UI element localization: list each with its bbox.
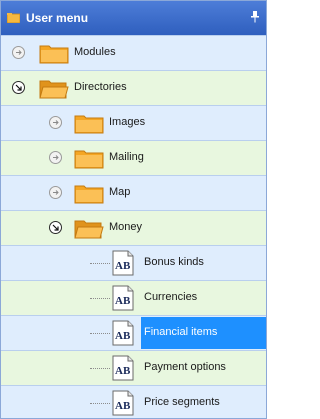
tree-item-currencies[interactable]: AB Currencies bbox=[1, 280, 266, 315]
tree-item-label: Images bbox=[109, 116, 146, 128]
table-ab-icon: AB bbox=[112, 390, 134, 416]
svg-text:AB: AB bbox=[115, 295, 131, 307]
tree-connector bbox=[90, 368, 110, 369]
collapsed-arrow-icon[interactable] bbox=[49, 116, 62, 129]
collapsed-arrow-icon[interactable] bbox=[49, 151, 62, 164]
tree-item-modules[interactable]: Modules bbox=[1, 35, 266, 70]
svg-text:AB: AB bbox=[115, 365, 131, 377]
tree-item-directories[interactable]: Directories bbox=[1, 70, 266, 105]
tree-item-label: Directories bbox=[74, 81, 127, 93]
table-ab-icon: AB bbox=[112, 285, 134, 311]
tree-item-bonus-kinds[interactable]: AB Bonus kinds bbox=[1, 245, 266, 280]
collapsed-arrow-icon[interactable] bbox=[49, 186, 62, 199]
tree-connector bbox=[90, 263, 110, 264]
tree-item-price-segments[interactable]: AB Price segments bbox=[1, 385, 266, 418]
panel-header: User menu bbox=[1, 1, 266, 35]
tree-item-map[interactable]: Map bbox=[1, 175, 266, 210]
folder-icon bbox=[74, 185, 104, 204]
collapsed-arrow-icon[interactable] bbox=[12, 46, 25, 59]
tree-item-label: Modules bbox=[74, 46, 116, 58]
tree-item-label: Money bbox=[109, 221, 143, 233]
tree-item-label: Bonus kinds bbox=[144, 256, 204, 268]
open-folder-icon bbox=[74, 220, 104, 239]
tree-item-images[interactable]: Images bbox=[1, 105, 266, 140]
table-ab-icon: AB bbox=[112, 250, 134, 276]
tree-item-label: Currencies bbox=[144, 291, 198, 303]
folder-icon bbox=[74, 115, 104, 134]
svg-text:AB: AB bbox=[115, 330, 131, 342]
pin-icon[interactable] bbox=[250, 11, 260, 23]
tree-connector bbox=[90, 298, 110, 299]
svg-text:AB: AB bbox=[115, 260, 131, 272]
tree-item-financial-items[interactable]: AB Financial items bbox=[1, 315, 266, 350]
table-ab-icon: AB bbox=[112, 355, 134, 381]
folder-icon bbox=[74, 150, 104, 169]
tree-item-mailing[interactable]: Mailing bbox=[1, 140, 266, 175]
svg-text:AB: AB bbox=[115, 400, 131, 412]
folder-icon bbox=[7, 13, 20, 23]
tree-item-payment-options[interactable]: AB Payment options bbox=[1, 350, 266, 385]
tree-connector bbox=[90, 403, 110, 404]
tree-item-label: Payment options bbox=[144, 361, 226, 373]
tree-item-label: Financial items bbox=[144, 326, 218, 338]
user-menu-panel: User menu Modules Directories Images Mai… bbox=[0, 0, 267, 419]
expanded-arrow-icon[interactable] bbox=[49, 221, 62, 234]
panel-title: User menu bbox=[26, 11, 89, 25]
open-folder-icon bbox=[39, 80, 69, 99]
folder-icon bbox=[39, 45, 69, 64]
tree-item-label: Mailing bbox=[109, 151, 144, 163]
tree-item-label: Map bbox=[109, 186, 131, 198]
tree-item-label: Price segments bbox=[144, 396, 220, 408]
tree-item-money[interactable]: Money bbox=[1, 210, 266, 245]
expanded-arrow-icon[interactable] bbox=[12, 81, 25, 94]
table-ab-icon: AB bbox=[112, 320, 134, 346]
tree-connector bbox=[90, 333, 110, 334]
